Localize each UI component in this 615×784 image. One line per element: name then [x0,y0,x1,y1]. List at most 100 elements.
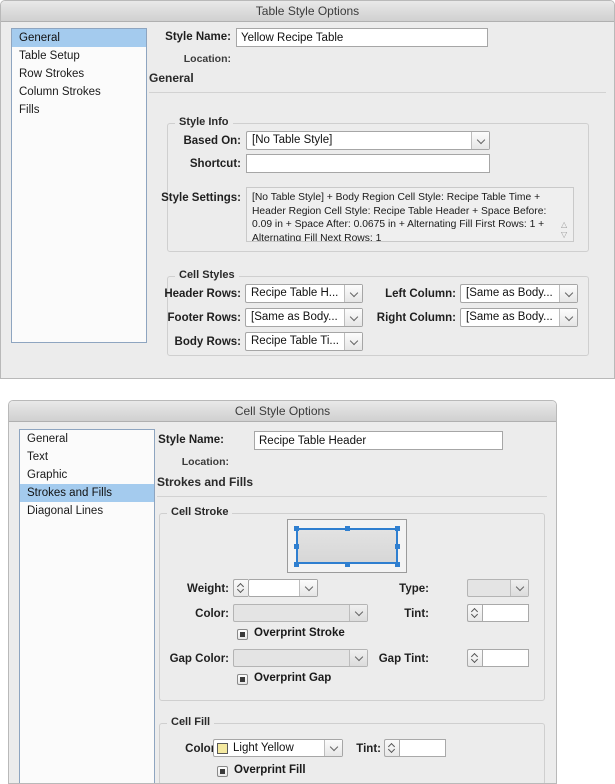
fill-tint-stepper[interactable] [384,739,446,757]
gap-tint-label: Gap Tint: [378,653,429,665]
location-label: Location: [181,456,229,468]
cell-style-options-titlebar: Cell Style Options [9,401,556,422]
proxy-handle-top-right[interactable] [395,526,400,531]
chevron-down-icon[interactable] [349,605,367,621]
proxy-handle-top-left[interactable] [294,526,299,531]
right-column-dropdown[interactable]: [Same as Body... [460,308,578,327]
light-yellow-swatch-icon [217,743,228,754]
general-section-divider [149,92,606,93]
type-label: Type: [399,583,429,595]
type-dropdown[interactable] [467,579,529,597]
stepper-arrows-icon[interactable] [384,739,399,757]
stepper-arrows-icon[interactable] [467,604,482,622]
overprint-gap-checkbox[interactable] [237,674,248,685]
based-on-dropdown[interactable]: [No Table Style] [246,131,490,150]
footer-rows-dropdown[interactable]: [Same as Body... [245,308,363,327]
weight-label: Weight: [187,583,229,595]
style-name-input[interactable]: Yellow Recipe Table [236,28,488,47]
overprint-fill-label: Overprint Fill [234,764,306,776]
sidebar-item-graphic[interactable]: Graphic [20,466,154,484]
sidebar-item-fills[interactable]: Fills [12,101,146,119]
overprint-stroke-label: Overprint Stroke [254,627,345,639]
proxy-handle-bottom-right[interactable] [395,562,400,567]
table-style-options-titlebar: Table Style Options [1,1,614,22]
fill-tint-input[interactable] [399,739,446,757]
stepper-arrows-icon[interactable] [233,579,248,597]
gap-tint-stepper[interactable] [467,649,529,667]
style-info-group-title: Style Info [175,116,233,128]
style-settings-label: Style Settings: [161,192,241,204]
stroke-color-value [234,605,349,621]
chevron-down-icon[interactable] [299,580,317,596]
cell-styles-group-title: Cell Styles [175,269,239,281]
left-column-label: Left Column: [385,288,456,300]
style-settings-textarea[interactable]: [No Table Style] + Body Region Cell Styl… [246,187,574,242]
header-rows-dropdown[interactable]: Recipe Table H... [245,284,363,303]
weight-dropdown[interactable] [248,579,318,597]
stroke-tint-input[interactable] [482,604,529,622]
based-on-label: Based On: [183,135,241,147]
table-style-sidebar[interactable]: General Table Setup Row Strokes Column S… [11,28,147,343]
style-name-input[interactable]: Recipe Table Header [254,431,503,450]
sidebar-item-diagonal-lines[interactable]: Diagonal Lines [20,502,154,520]
proxy-handle-bottom-center[interactable] [345,562,350,567]
header-rows-label: Header Rows: [164,288,241,300]
proxy-handle-bottom-left[interactable] [294,562,299,567]
right-column-label: Right Column: [376,312,456,324]
proxy-selection-rectangle [296,528,398,564]
scroll-down-arrow-icon[interactable]: ▽ [561,231,570,239]
fill-color-label: Color: [185,743,219,755]
overprint-gap-label: Overprint Gap [254,672,332,684]
proxy-handle-middle-left[interactable] [294,544,299,549]
chevron-down-icon[interactable] [344,285,362,302]
shortcut-input[interactable] [246,154,490,173]
body-rows-label: Body Rows: [174,336,241,348]
gap-color-dropdown[interactable] [233,649,368,667]
stepper-arrows-icon[interactable] [467,649,482,667]
cell-stroke-proxy-preview[interactable] [287,519,407,573]
fill-color-dropdown[interactable]: Light Yellow [213,739,343,757]
scroll-up-arrow-icon[interactable]: △ [561,221,570,229]
chevron-down-icon[interactable] [344,333,362,350]
chevron-down-icon[interactable] [510,580,528,596]
chevron-down-icon[interactable] [344,309,362,326]
chevron-down-icon[interactable] [559,309,577,326]
stroke-tint-label: Tint: [404,608,429,620]
weight-value [249,580,299,596]
proxy-handle-middle-right[interactable] [395,544,400,549]
cell-stroke-group-title: Cell Stroke [167,506,233,518]
overprint-stroke-checkbox[interactable] [237,629,248,640]
stroke-tint-stepper[interactable] [467,604,529,622]
chevron-down-icon[interactable] [559,285,577,302]
table-style-options-dialog: Table Style Options General Table Setup … [0,0,615,379]
location-label: Location: [183,53,231,65]
proxy-handle-top-center[interactable] [345,526,350,531]
chevron-down-icon[interactable] [324,740,342,756]
based-on-value: [No Table Style] [252,134,333,146]
sidebar-item-column-strokes[interactable]: Column Strokes [12,83,146,101]
general-section-heading: General [149,71,194,85]
chevron-down-icon[interactable] [471,132,489,149]
style-settings-text: [No Table Style] + Body Region Cell Styl… [252,192,547,242]
stroke-color-dropdown[interactable] [233,604,368,622]
header-rows-value: Recipe Table H... [251,287,339,299]
left-column-value: [Same as Body... [466,287,553,299]
sidebar-item-row-strokes[interactable]: Row Strokes [12,65,146,83]
body-rows-dropdown[interactable]: Recipe Table Ti... [245,332,363,351]
sidebar-item-strokes-and-fills[interactable]: Strokes and Fills [20,484,154,502]
type-value [468,580,510,596]
footer-rows-label: Footer Rows: [167,312,241,324]
style-name-label: Style Name: [165,31,231,43]
fill-color-value: Light Yellow [233,742,294,754]
cell-fill-group-title: Cell Fill [167,716,215,728]
right-column-value: [Same as Body... [466,311,553,323]
gap-tint-input[interactable] [482,649,529,667]
cell-style-options-dialog: Cell Style Options General Text Graphic … [8,400,557,784]
stroke-color-label: Color: [195,608,229,620]
cell-style-sidebar[interactable]: General Text Graphic Strokes and Fills D… [19,429,155,783]
style-name-label: Style Name: [158,434,224,446]
weight-stepper[interactable] [233,579,249,597]
left-column-dropdown[interactable]: [Same as Body... [460,284,578,303]
overprint-fill-checkbox[interactable] [217,766,228,777]
gap-color-value [234,650,349,666]
